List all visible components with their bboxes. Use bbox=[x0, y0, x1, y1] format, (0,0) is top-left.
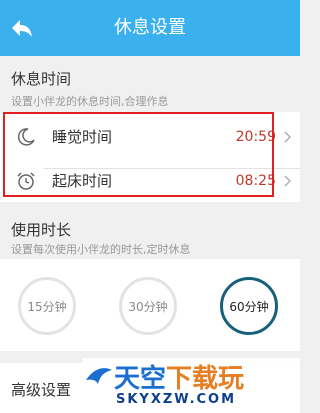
watermark-text-b: 下载玩 bbox=[166, 364, 245, 394]
chevron-right-icon bbox=[284, 175, 291, 187]
chevron-right-icon bbox=[284, 131, 291, 143]
watermark-bird-icon bbox=[86, 368, 112, 384]
watermark-text-a: 天空 bbox=[114, 364, 167, 394]
rest-section-header: 休息时间 设置小伴龙的休息时间,合理作息 bbox=[0, 56, 300, 112]
rest-section-desc: 设置小伴龙的休息时间,合理作息 bbox=[11, 95, 169, 108]
highlight-box bbox=[3, 112, 274, 197]
duration-section-desc: 设置每次使用小伴龙的时长,定时休息 bbox=[11, 243, 191, 256]
duration-section-title: 使用时长 bbox=[11, 221, 72, 239]
watermark: 天空下载玩 SKYXZW.COM bbox=[82, 358, 300, 413]
page-title: 休息设置 bbox=[114, 17, 186, 38]
duration-option-60[interactable]: 60分钟 bbox=[220, 277, 278, 335]
duration-option-15[interactable]: 15分钟 bbox=[18, 277, 76, 335]
title-bar: 休息设置 bbox=[0, 0, 300, 56]
duration-card: 15分钟 30分钟 60分钟 bbox=[0, 259, 300, 351]
watermark-text: 天空下载玩 bbox=[114, 358, 244, 395]
watermark-sub: SKYXZW.COM bbox=[116, 392, 237, 407]
duration-option-30[interactable]: 30分钟 bbox=[119, 277, 177, 335]
advanced-settings-label: 高级设置 bbox=[11, 381, 72, 399]
rest-section-title: 休息时间 bbox=[11, 70, 72, 88]
duration-section-header: 使用时长 设置每次使用小伴龙的时长,定时休息 bbox=[0, 208, 300, 259]
